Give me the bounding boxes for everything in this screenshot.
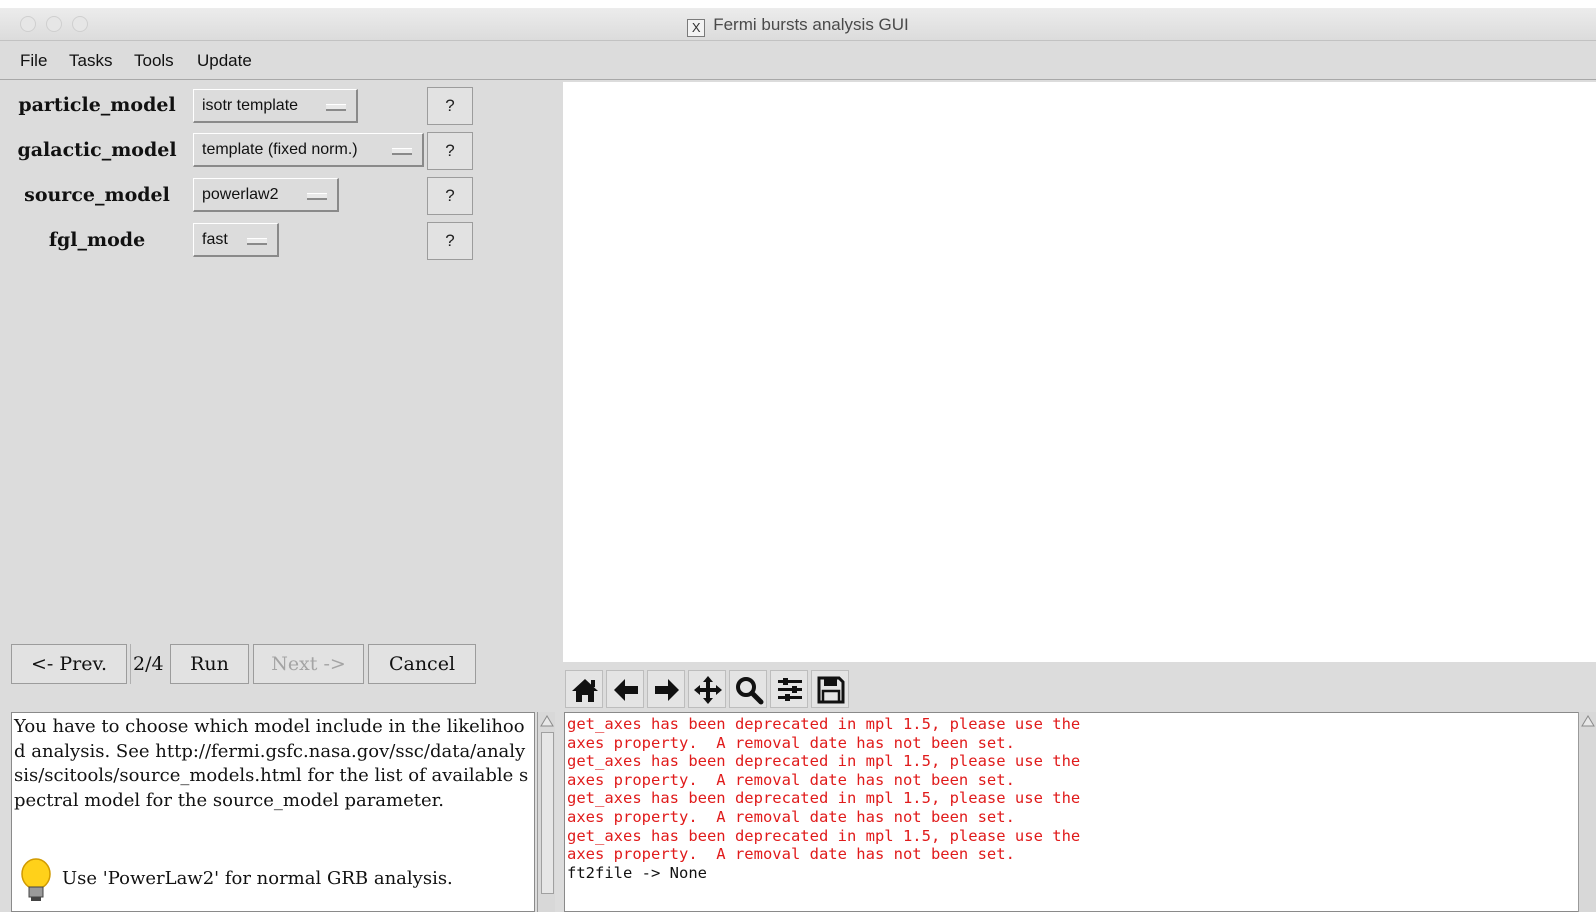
console-line: axes property. A removal date has not be… bbox=[567, 845, 1015, 864]
console-line: axes property. A removal date has not be… bbox=[567, 807, 1015, 826]
fgl-mode-value: fast bbox=[202, 231, 228, 248]
toolbar-back-button[interactable] bbox=[606, 670, 644, 708]
particle-model-value: isotr template bbox=[202, 97, 299, 114]
console-line: axes property. A removal date has not be… bbox=[567, 770, 1015, 789]
console-line: axes property. A removal date has not be… bbox=[567, 733, 1015, 752]
tip-text: Use 'PowerLaw2' for normal GRB analysis. bbox=[62, 868, 453, 889]
scroll-up-arrow-icon[interactable] bbox=[539, 713, 555, 729]
run-button[interactable]: Run bbox=[170, 644, 249, 684]
option-menu-indicator-icon bbox=[392, 148, 412, 155]
toolbar-save-button[interactable] bbox=[811, 670, 849, 708]
next-button[interactable]: Next -> bbox=[253, 644, 364, 684]
prev-button[interactable]: <- Prev. bbox=[11, 644, 127, 684]
param-label-galactic-model: galactic_model bbox=[17, 139, 177, 161]
plot-canvas[interactable] bbox=[563, 82, 1596, 662]
save-icon bbox=[817, 676, 845, 704]
help-button-source-model[interactable]: ? bbox=[427, 177, 473, 215]
galactic-model-value: template (fixed norm.) bbox=[202, 141, 358, 158]
window-title-text: Fermi bursts analysis GUI bbox=[713, 15, 909, 34]
console-line: get_axes has been deprecated in mpl 1.5,… bbox=[567, 715, 1081, 733]
fgl-mode-select[interactable]: fast bbox=[193, 223, 279, 257]
toolbar-forward-button[interactable] bbox=[647, 670, 685, 708]
menu-tools[interactable]: Tools bbox=[134, 51, 174, 71]
console-output: get_axes has been deprecated in mpl 1.5,… bbox=[564, 712, 1596, 912]
help-paragraph: You have to choose which model include i… bbox=[14, 716, 529, 811]
help-button-galactic-model[interactable]: ? bbox=[427, 132, 473, 170]
option-menu-indicator-icon bbox=[326, 104, 346, 111]
window-title: X Fermi bursts analysis GUI bbox=[0, 15, 1596, 37]
param-label-source-model: source_model bbox=[24, 184, 170, 206]
console-scrollbar[interactable] bbox=[1578, 712, 1596, 912]
param-label-fgl-mode: fgl_mode bbox=[48, 229, 146, 251]
console-line: get_axes has been deprecated in mpl 1.5,… bbox=[567, 789, 1081, 808]
forward-arrow-icon bbox=[655, 679, 679, 701]
zoom-icon bbox=[736, 677, 764, 705]
console-line: get_axes has been deprecated in mpl 1.5,… bbox=[567, 826, 1081, 845]
source-model-value: powerlaw2 bbox=[202, 186, 279, 203]
subplots-icon bbox=[778, 678, 802, 701]
toolbar-subplots-button[interactable] bbox=[770, 670, 808, 708]
step-counter: 2/4 bbox=[130, 644, 164, 684]
console-line: get_axes has been deprecated in mpl 1.5,… bbox=[567, 752, 1081, 771]
menu-update[interactable]: Update bbox=[197, 51, 252, 71]
menu-file[interactable]: File bbox=[20, 51, 47, 71]
help-button-particle-model[interactable]: ? bbox=[427, 87, 473, 125]
source-model-select[interactable]: powerlaw2 bbox=[193, 178, 339, 212]
toolbar-home-button[interactable] bbox=[565, 670, 603, 708]
toolbar-zoom-button[interactable] bbox=[729, 670, 767, 708]
lightbulb-icon bbox=[21, 858, 51, 901]
scroll-up-arrow-icon[interactable] bbox=[1580, 713, 1596, 729]
cancel-button[interactable]: Cancel bbox=[368, 644, 476, 684]
console-line: ft2file -> None bbox=[567, 863, 707, 882]
x11-icon: X bbox=[687, 19, 706, 37]
help-text-scrollbar[interactable] bbox=[537, 712, 555, 912]
pan-icon bbox=[694, 676, 722, 704]
menu-bar: File Tasks Tools Update bbox=[0, 41, 1596, 80]
option-menu-indicator-icon bbox=[307, 193, 327, 200]
home-icon bbox=[572, 679, 598, 702]
back-arrow-icon bbox=[614, 679, 638, 701]
title-bar: X Fermi bursts analysis GUI bbox=[0, 8, 1596, 41]
particle-model-select[interactable]: isotr template bbox=[193, 89, 358, 123]
menu-tasks[interactable]: Tasks bbox=[69, 51, 112, 71]
help-button-fgl-mode[interactable]: ? bbox=[427, 222, 473, 260]
toolbar-pan-button[interactable] bbox=[688, 670, 726, 708]
help-scrollbar-thumb[interactable] bbox=[541, 732, 554, 894]
param-label-particle-model: particle_model bbox=[18, 94, 176, 116]
galactic-model-select[interactable]: template (fixed norm.) bbox=[193, 133, 424, 167]
option-menu-indicator-icon bbox=[247, 238, 267, 245]
app-window: X Fermi bursts analysis GUI File Tasks To… bbox=[0, 8, 1596, 912]
help-text-panel: You have to choose which model include i… bbox=[11, 712, 535, 912]
